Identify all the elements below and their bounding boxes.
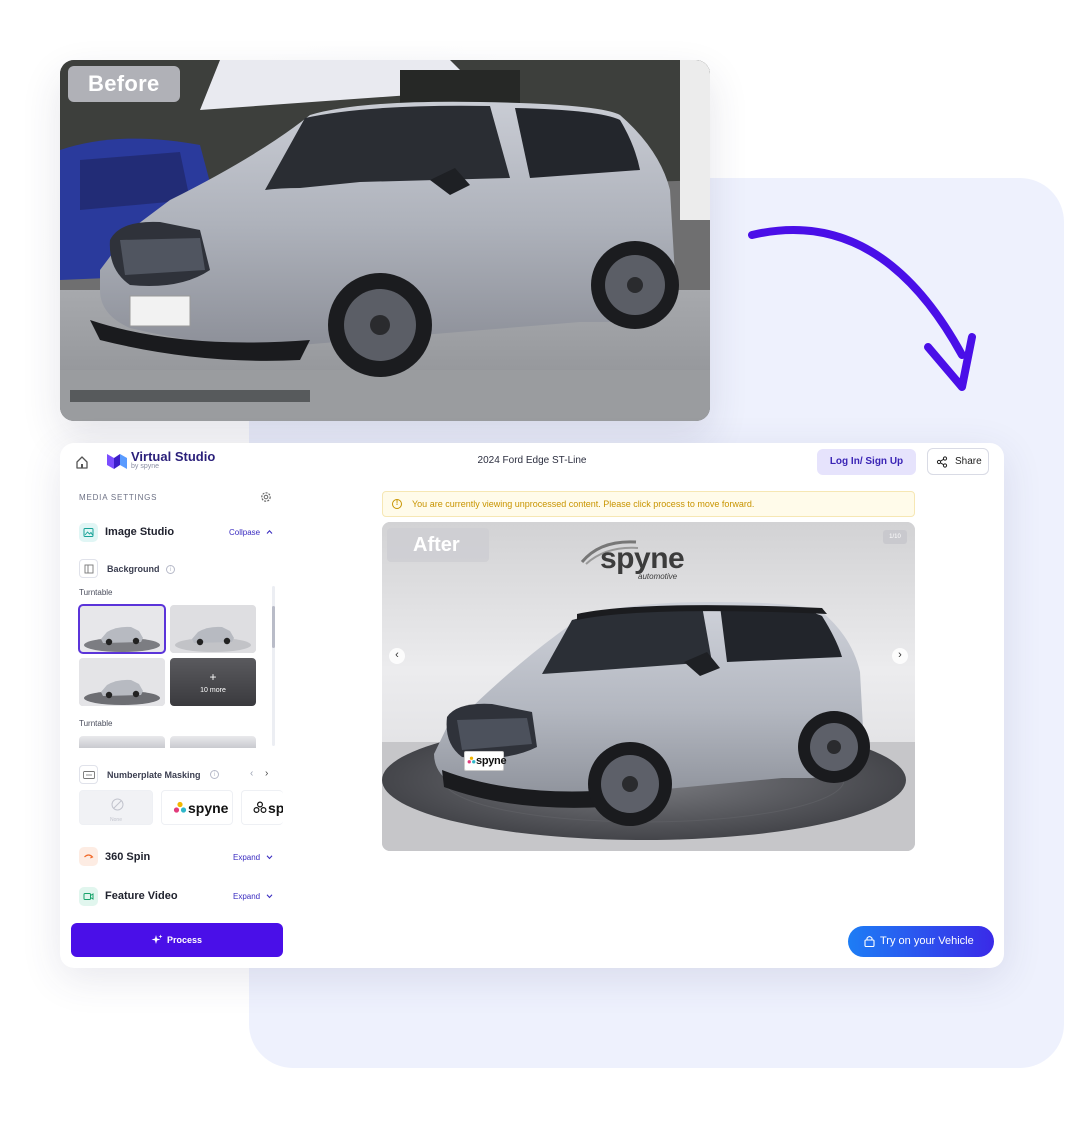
chevron-left-icon[interactable]: ‹ [250,768,253,779]
spyne-logo-icon [467,756,476,764]
turntable-car-thumbnail [170,605,256,653]
numberplate-masking-title: Numberplate Masking [107,770,201,780]
watermark-subtext: automotive [638,572,678,581]
spin-title: 360 Spin [105,851,151,863]
background-icon [84,564,94,574]
chevron-right-icon[interactable]: › [265,768,268,779]
curved-arrow-icon [748,226,976,391]
background-thumb-6[interactable] [170,736,256,748]
brand-logo-icon [107,454,127,469]
process-label: Process [167,935,203,945]
turntable-group-label-2: Turntable [79,719,113,728]
spin-icon [84,854,94,859]
before-car-image [60,60,710,421]
login-signup-button[interactable]: Log In/ Sign Up [817,449,916,475]
warning-text: You are currently viewing unprocessed co… [412,499,755,509]
spyne-mono-logo-icon [253,801,267,814]
mask-none-label: None [110,817,122,823]
info-icon[interactable]: i [210,770,219,779]
prev-image-button[interactable]: ‹ [389,648,405,664]
image-counter: 1/10 [883,530,907,544]
video-icon-box [79,887,98,906]
before-label: Before [68,66,180,102]
virtual-studio-app: Virtual Studio by spyne 2024 Ford Edge S… [60,443,1004,968]
numberplate-icon-box [79,765,98,784]
unprocessed-warning-banner: ! You are currently viewing unprocessed … [382,491,915,517]
more-backgrounds-button[interactable]: + 10 more [170,658,256,706]
scrollbar-thumb[interactable] [272,606,275,648]
turntable-car-thumbnail [79,658,165,706]
spyne-logo-icon [173,801,187,813]
watermark-text: spyne [600,542,685,575]
process-button[interactable]: Process [71,923,283,957]
feature-video-title: Feature Video [105,890,178,902]
gear-icon[interactable] [260,491,272,503]
chevron-down-icon[interactable] [266,893,273,899]
more-count-label: 10 more [200,687,226,694]
lock-icon [864,936,875,947]
share-button[interactable]: Share [927,448,989,475]
feature-video-expand-link[interactable]: Expand [233,892,260,901]
after-image-viewer[interactable]: After 1/10 spyne automotive spyne ‹ › [382,522,915,851]
before-photo: Before [60,60,710,421]
image-studio-collapse-link[interactable]: Collpase [229,528,260,537]
block-icon [111,798,124,811]
brand-subtitle: by spyne [131,463,160,470]
masked-numberplate: spyne [464,751,507,771]
spyne-watermark: spyne automotive [580,538,700,582]
plus-icon: + [209,670,217,684]
video-icon [83,893,94,900]
mask-option-spyne-label: spyne [188,800,229,816]
spin-icon-box [79,847,98,866]
info-icon[interactable]: i [166,565,175,574]
after-label: After [387,528,489,562]
sparkle-icon [151,934,163,944]
try-on-vehicle-button[interactable]: Try on your Vehicle [848,926,994,957]
background-thumb-2[interactable] [170,605,256,653]
turntable-group-label: Turntable [79,588,113,597]
background-thumb-1[interactable] [78,604,166,654]
media-settings-heading: MEDIA SETTINGS [79,493,158,502]
turntable-car-thumbnail [79,605,165,653]
background-icon-box [79,559,98,578]
mask-option-spyne[interactable]: spyne [161,790,233,825]
plate-text: spyne [476,755,507,767]
warning-icon: ! [392,499,402,509]
spin-expand-link[interactable]: Expand [233,853,260,862]
share-label: Share [955,456,982,467]
image-studio-icon-box [79,523,98,542]
next-image-button[interactable]: › [892,648,908,664]
mask-option-spyne-mono-label: spy [268,800,283,816]
share-icon [936,456,948,468]
try-on-vehicle-label: Try on your Vehicle [880,935,974,947]
background-thumb-5[interactable] [79,736,165,748]
mask-option-none[interactable]: None [79,790,153,825]
image-studio-title: Image Studio [105,526,175,538]
mask-option-spyne-mono[interactable]: spy [241,790,283,825]
brand-name: Virtual Studio [131,449,216,464]
home-icon[interactable] [74,454,90,470]
background-thumb-3[interactable] [79,658,165,706]
image-icon [83,528,94,537]
numberplate-icon [83,771,95,779]
stage: Before Virtual Studio by spyne 2024 Ford… [0,0,1080,1123]
chevron-up-icon[interactable] [266,529,273,535]
background-title: Background [107,564,160,574]
chevron-down-icon[interactable] [266,854,273,860]
vehicle-title: 2024 Ford Edge ST-Line [477,455,587,466]
